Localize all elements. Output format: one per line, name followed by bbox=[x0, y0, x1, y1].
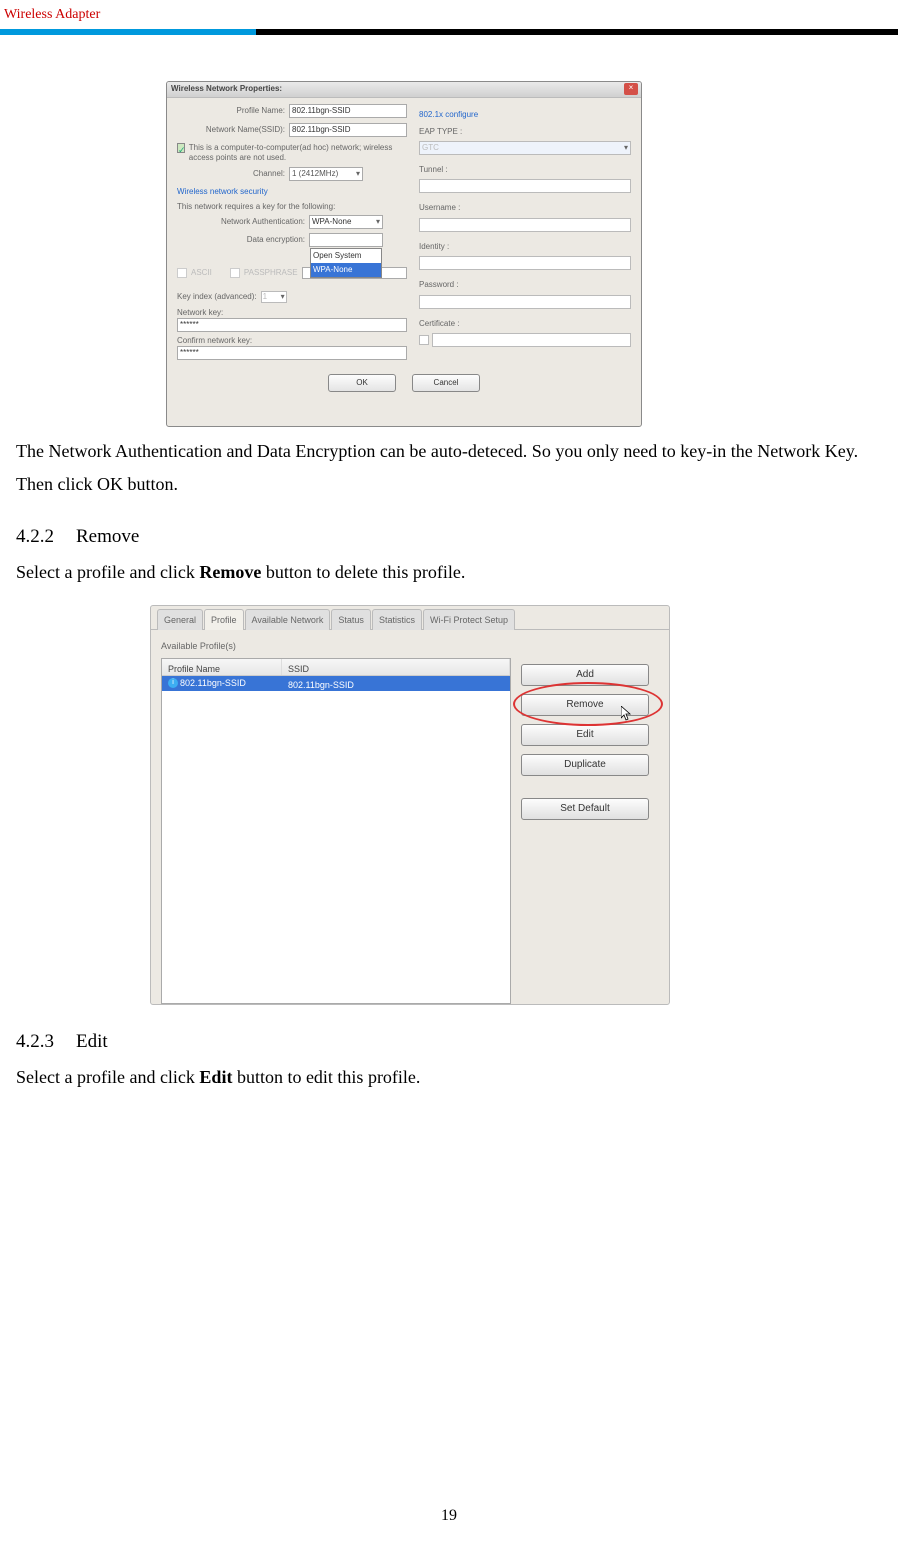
username-label: Username : bbox=[419, 201, 631, 215]
heading-423-num: 4.2.3 bbox=[16, 1025, 76, 1059]
identity-label: Identity : bbox=[419, 240, 631, 254]
key-index-label: Key index (advanced): bbox=[177, 290, 257, 304]
ascii-checkbox bbox=[177, 268, 187, 278]
net-auth-select[interactable]: WPA-None ▾ bbox=[309, 215, 383, 229]
chevron-down-icon: ▾ bbox=[356, 167, 360, 181]
header-rule-black bbox=[256, 29, 898, 35]
para3-pre: Select a profile and click bbox=[16, 1067, 199, 1087]
ok-button[interactable]: OK bbox=[328, 374, 396, 392]
close-icon[interactable]: × bbox=[624, 83, 638, 95]
heading-423: 4.2.3Edit bbox=[16, 1025, 882, 1059]
group-label: Available Profile(s) bbox=[161, 638, 659, 654]
heading-422: 4.2.2Remove bbox=[16, 520, 882, 554]
header-rule bbox=[0, 29, 898, 35]
r-header: 802.1x configure bbox=[419, 108, 631, 122]
cursor-icon bbox=[621, 706, 633, 722]
add-button[interactable]: Add bbox=[521, 664, 649, 686]
adhoc-checkbox[interactable] bbox=[177, 143, 185, 153]
chevron-down-icon: ▾ bbox=[281, 290, 285, 304]
header-rule-blue bbox=[0, 29, 256, 35]
eap-label: EAP TYPE : bbox=[419, 125, 631, 139]
wns-sub: This network requires a key for the foll… bbox=[177, 202, 407, 212]
tunnel-input[interactable] bbox=[419, 179, 631, 193]
ascii-label: ASCII bbox=[191, 266, 212, 280]
passphrase-label: PASSPHRASE bbox=[244, 266, 298, 280]
channel-value: 1 (2412MHz) bbox=[292, 167, 338, 181]
wns-header: Wireless network security bbox=[177, 185, 407, 199]
heading-423-title: Edit bbox=[76, 1031, 108, 1052]
para3-strong: Edit bbox=[199, 1067, 232, 1087]
channel-label: Channel: bbox=[177, 167, 285, 181]
para2-strong: Remove bbox=[199, 562, 261, 582]
para-edit: Select a profile and click Edit button t… bbox=[16, 1061, 882, 1093]
cert-checkbox[interactable] bbox=[419, 335, 429, 345]
ssid-input[interactable]: 802.11bgn-SSID bbox=[289, 123, 407, 137]
col-ssid: SSID bbox=[282, 659, 510, 675]
cert-label: Certificate : bbox=[419, 317, 631, 331]
row-ssid: 802.11bgn-SSID bbox=[282, 676, 360, 691]
data-enc-select[interactable]: Open System WPA-None bbox=[309, 233, 383, 247]
cancel-button[interactable]: Cancel bbox=[412, 374, 480, 392]
tab-statistics[interactable]: Statistics bbox=[372, 609, 422, 630]
net-auth-label: Network Authentication: bbox=[177, 215, 305, 229]
para2-pre: Select a profile and click bbox=[16, 562, 199, 582]
dd-open-system[interactable]: Open System bbox=[311, 249, 381, 263]
profile-list[interactable]: Profile Name SSID i 802.11bgn-SSID 802.1… bbox=[161, 658, 511, 1004]
button-column: Add Remove Edit Duplicate Set Default bbox=[521, 658, 649, 1004]
profile-name-input[interactable]: 802.11bgn-SSID bbox=[289, 104, 407, 118]
chevron-down-icon: ▾ bbox=[376, 216, 380, 228]
key-index-value: 1 bbox=[263, 290, 267, 304]
info-icon: i bbox=[168, 678, 178, 688]
duplicate-button[interactable]: Duplicate bbox=[521, 754, 649, 776]
para-auth-detect: The Network Authentication and Data Encr… bbox=[16, 435, 882, 500]
para3-post: button to edit this profile. bbox=[232, 1067, 420, 1087]
ssid-label: Network Name(SSID): bbox=[177, 123, 285, 137]
profile-tab-screenshot: General Profile Available Network Status… bbox=[150, 605, 670, 1005]
page-number: 19 bbox=[0, 1502, 898, 1531]
col-profile-name: Profile Name bbox=[162, 659, 282, 675]
table-row[interactable]: i 802.11bgn-SSID 802.11bgn-SSID bbox=[162, 676, 510, 691]
row-profile-name: 802.11bgn-SSID bbox=[180, 675, 246, 691]
profile-name-label: Profile Name: bbox=[177, 104, 285, 118]
para2-post: button to delete this profile. bbox=[261, 562, 465, 582]
tabs: General Profile Available Network Status… bbox=[151, 606, 669, 630]
tab-profile[interactable]: Profile bbox=[204, 609, 244, 630]
tab-general[interactable]: General bbox=[157, 609, 203, 630]
chevron-down-icon: ▾ bbox=[624, 141, 628, 155]
set-default-button[interactable]: Set Default bbox=[521, 798, 649, 820]
tab-available-network[interactable]: Available Network bbox=[245, 609, 331, 630]
identity-input[interactable] bbox=[419, 256, 631, 270]
network-key-label: Network key: bbox=[177, 308, 407, 318]
wireless-properties-dialog: Wireless Network Properties: × Profile N… bbox=[166, 81, 642, 427]
titlebar-text: Wireless Network Properties: bbox=[171, 82, 282, 96]
dd-wpa-none[interactable]: WPA-None bbox=[311, 263, 381, 277]
passphrase-checkbox bbox=[230, 268, 240, 278]
data-enc-label: Data encryption: bbox=[177, 233, 305, 247]
para-remove: Select a profile and click Remove button… bbox=[16, 556, 882, 588]
net-auth-value: WPA-None bbox=[312, 216, 351, 228]
list-header: Profile Name SSID bbox=[162, 659, 510, 676]
tab-wifi-protect[interactable]: Wi-Fi Protect Setup bbox=[423, 609, 515, 630]
tab-status[interactable]: Status bbox=[331, 609, 371, 630]
username-input[interactable] bbox=[419, 218, 631, 232]
network-key-input[interactable]: ****** bbox=[177, 318, 407, 332]
header-brand: Wireless Adapter bbox=[0, 0, 898, 29]
heading-422-num: 4.2.2 bbox=[16, 520, 76, 554]
data-enc-dropdown: Open System WPA-None bbox=[310, 248, 382, 278]
key-index-select: 1 ▾ bbox=[261, 291, 287, 303]
tunnel-label: Tunnel : bbox=[419, 163, 631, 177]
password-input[interactable] bbox=[419, 295, 631, 309]
channel-select[interactable]: 1 (2412MHz) ▾ bbox=[289, 167, 363, 181]
eap-select[interactable]: GTC ▾ bbox=[419, 141, 631, 155]
titlebar: Wireless Network Properties: × bbox=[167, 82, 641, 98]
password-label: Password : bbox=[419, 278, 631, 292]
cert-input[interactable] bbox=[432, 333, 631, 347]
confirm-key-label: Confirm network key: bbox=[177, 336, 407, 346]
adhoc-text: This is a computer-to-computer(ad hoc) n… bbox=[189, 143, 407, 163]
confirm-key-input[interactable]: ****** bbox=[177, 346, 407, 360]
eap-value: GTC bbox=[422, 141, 439, 155]
heading-422-title: Remove bbox=[76, 526, 139, 547]
edit-button[interactable]: Edit bbox=[521, 724, 649, 746]
